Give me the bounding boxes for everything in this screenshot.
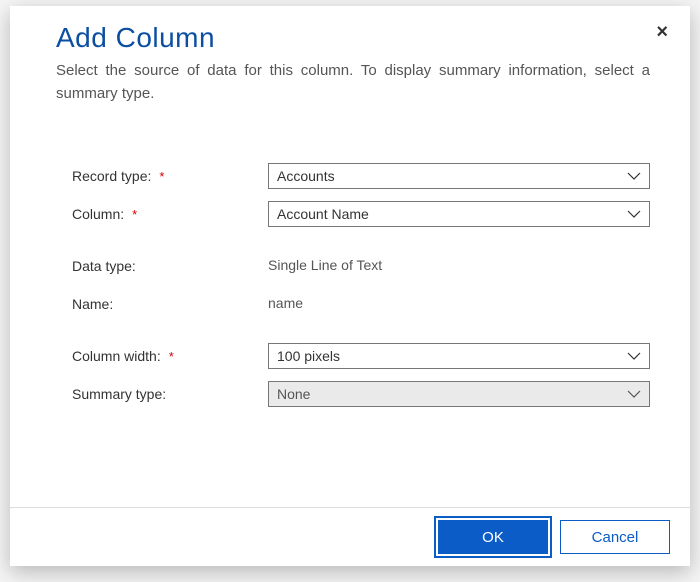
form-area: Record type: * Accounts Column: * Accoun… [10, 115, 690, 507]
add-column-dialog: Add Column Select the source of data for… [10, 6, 690, 566]
chevron-down-icon [627, 172, 641, 180]
required-marker: * [169, 349, 174, 364]
label-summary-type: Summary type: [72, 386, 268, 402]
label-text: Name: [72, 296, 113, 312]
dialog-subtitle: Select the source of data for this colum… [56, 60, 650, 105]
label-name: Name: [72, 296, 268, 312]
row-record-type: Record type: * Accounts [72, 163, 650, 189]
row-name: Name: name [72, 291, 650, 317]
select-value: None [277, 386, 310, 402]
close-icon: × [656, 21, 668, 43]
dialog-header: Add Column Select the source of data for… [10, 6, 690, 115]
label-text: Record type: [72, 168, 151, 184]
row-column-width: Column width: * 100 pixels [72, 343, 650, 369]
record-type-select[interactable]: Accounts [268, 163, 650, 189]
select-value: 100 pixels [277, 348, 340, 364]
row-data-type: Data type: Single Line of Text [72, 253, 650, 279]
required-marker: * [132, 207, 137, 222]
data-type-value: Single Line of Text [268, 257, 382, 273]
label-text: Column: [72, 206, 124, 222]
chevron-down-icon [627, 352, 641, 360]
close-button[interactable]: × [656, 22, 668, 42]
select-value: Accounts [277, 168, 335, 184]
select-value: Account Name [277, 206, 369, 222]
label-text: Summary type: [72, 386, 166, 402]
button-label: Cancel [592, 529, 639, 546]
column-select[interactable]: Account Name [268, 201, 650, 227]
column-width-select[interactable]: 100 pixels [268, 343, 650, 369]
row-summary-type: Summary type: None [72, 381, 650, 407]
button-label: OK [482, 529, 504, 546]
label-column-width: Column width: * [72, 348, 268, 364]
label-text: Data type: [72, 258, 136, 274]
label-record-type: Record type: * [72, 168, 268, 184]
label-column: Column: * [72, 206, 268, 222]
dialog-footer: OK Cancel [10, 507, 690, 566]
chevron-down-icon [627, 210, 641, 218]
cancel-button[interactable]: Cancel [560, 520, 670, 554]
name-value: name [268, 295, 303, 311]
label-data-type: Data type: [72, 258, 268, 274]
summary-type-select: None [268, 381, 650, 407]
dialog-title: Add Column [56, 22, 650, 54]
label-text: Column width: [72, 348, 161, 364]
chevron-down-icon [627, 390, 641, 398]
row-column: Column: * Account Name [72, 201, 650, 227]
ok-button[interactable]: OK [438, 520, 548, 554]
required-marker: * [159, 169, 164, 184]
